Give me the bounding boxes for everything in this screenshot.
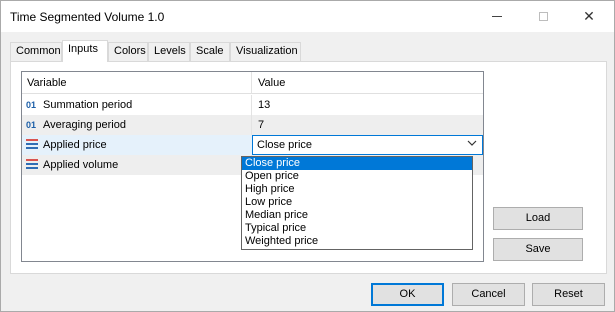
tab-inputs[interactable]: Inputs bbox=[62, 40, 108, 62]
reset-button[interactable]: Reset bbox=[532, 283, 605, 306]
row-label: Averaging period bbox=[43, 119, 126, 131]
tab-common[interactable]: Common bbox=[10, 42, 62, 61]
header-value[interactable]: Value bbox=[258, 77, 285, 89]
header-divider[interactable] bbox=[251, 72, 252, 94]
cancel-button[interactable]: Cancel bbox=[452, 283, 525, 306]
maximize-icon bbox=[538, 12, 548, 21]
dropdown-option-low-price[interactable]: Low price bbox=[242, 196, 472, 209]
tab-colors[interactable]: Colors bbox=[108, 42, 148, 61]
header-variable[interactable]: Variable bbox=[27, 77, 67, 89]
integer-icon: 01 bbox=[26, 120, 37, 130]
dropdown-option-typical-price[interactable]: Typical price bbox=[242, 222, 472, 235]
row-label: Applied price bbox=[43, 139, 107, 151]
grid-row-summation-period[interactable]: 01 Summation period 13 bbox=[22, 95, 483, 115]
ok-button[interactable]: OK bbox=[371, 283, 444, 306]
grid-row-applied-price[interactable]: Applied price Close price bbox=[22, 135, 483, 155]
grid-header: Variable Value bbox=[22, 72, 483, 94]
list-icon bbox=[26, 159, 38, 170]
dialog-window: Time Segmented Volume 1.0 ✕ Common Input… bbox=[0, 0, 615, 312]
dropdown-option-close-price[interactable]: Close price bbox=[242, 157, 472, 170]
integer-icon: 01 bbox=[26, 100, 37, 110]
tab-levels[interactable]: Levels bbox=[148, 42, 190, 61]
select-value: Close price bbox=[257, 139, 313, 151]
list-icon bbox=[26, 139, 38, 150]
load-button[interactable]: Load bbox=[493, 207, 583, 230]
title-bar[interactable]: Time Segmented Volume 1.0 ✕ bbox=[1, 1, 614, 32]
save-button[interactable]: Save bbox=[493, 238, 583, 261]
minimize-icon bbox=[492, 16, 502, 17]
grid-row-averaging-period[interactable]: 01 Averaging period 7 bbox=[22, 115, 483, 135]
dropdown-option-weighted-price[interactable]: Weighted price bbox=[242, 235, 472, 248]
maximize-button[interactable] bbox=[520, 1, 566, 32]
tab-scale[interactable]: Scale bbox=[190, 42, 230, 61]
row-label: Applied volume bbox=[43, 159, 119, 171]
dropdown-option-high-price[interactable]: High price bbox=[242, 183, 472, 196]
applied-price-select[interactable]: Close price bbox=[252, 135, 483, 155]
close-button[interactable]: ✕ bbox=[566, 1, 612, 32]
dropdown-option-open-price[interactable]: Open price bbox=[242, 170, 472, 183]
tab-visualization[interactable]: Visualization bbox=[230, 42, 301, 61]
minimize-button[interactable] bbox=[474, 1, 520, 32]
applied-price-dropdown-list: Close price Open price High price Low pr… bbox=[241, 156, 473, 250]
close-icon: ✕ bbox=[583, 8, 595, 24]
row-value[interactable]: 7 bbox=[258, 119, 264, 131]
chevron-down-icon bbox=[467, 138, 477, 151]
row-value[interactable]: 13 bbox=[258, 99, 270, 111]
window-title: Time Segmented Volume 1.0 bbox=[10, 10, 165, 24]
row-label: Summation period bbox=[43, 99, 133, 111]
dropdown-option-median-price[interactable]: Median price bbox=[242, 209, 472, 222]
